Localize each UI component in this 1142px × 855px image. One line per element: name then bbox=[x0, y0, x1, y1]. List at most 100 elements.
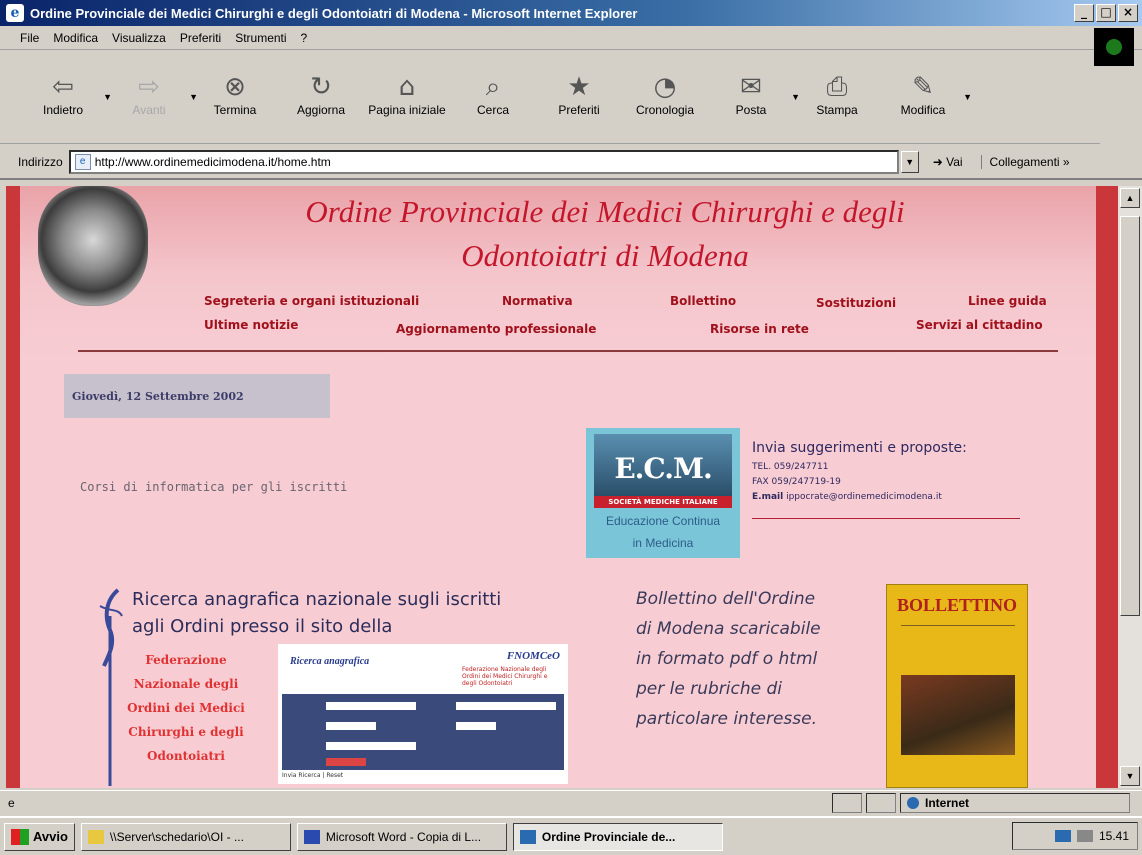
home-icon: ⌂ bbox=[398, 72, 416, 102]
ricerca-line1: Ricerca anagrafica nazionale sugli iscri… bbox=[132, 589, 502, 610]
taskbar-task[interactable]: Ordine Provinciale de... bbox=[512, 822, 723, 851]
taskbar-task[interactable]: Microsoft Word - Copia di L... bbox=[296, 822, 507, 851]
ecm-banner[interactable]: E.C.M. SOCIETÀ MEDICHE ITALIANE Educazio… bbox=[586, 428, 740, 558]
zone-label: Internet bbox=[925, 796, 970, 810]
stop-icon: ⊗ bbox=[224, 72, 246, 102]
cover-lines bbox=[901, 625, 1015, 665]
site-title-line2: Odontoiatri di Modena bbox=[461, 238, 749, 273]
print-icon: ⎙ bbox=[826, 72, 848, 102]
fnomceo-title: Ricerca anagrafica bbox=[290, 656, 370, 667]
toolbar-button-posta[interactable]: ✉ Posta ▼ bbox=[708, 70, 800, 117]
web-page: Ordine Provinciale dei Medici Chirurghi … bbox=[20, 186, 1096, 788]
contact-email-row: E.mail ippocrate@ordinemedicimodena.it bbox=[752, 492, 1020, 502]
title-bar[interactable]: e Ordine Provinciale dei Medici Chirurgh… bbox=[0, 0, 1142, 26]
menu-view[interactable]: Visualizza bbox=[112, 31, 166, 45]
network-icon[interactable] bbox=[1054, 830, 1071, 842]
go-button[interactable]: ➜ Vai bbox=[933, 155, 963, 169]
ie-icon bbox=[519, 829, 536, 844]
contact-divider bbox=[752, 518, 1020, 519]
toolbar-button-pagina-iniziale[interactable]: ⌂ Pagina iniziale bbox=[364, 70, 450, 117]
scroll-up-button[interactable]: ▲ bbox=[1120, 188, 1140, 208]
toolbar-label: Stampa bbox=[816, 103, 858, 117]
scroll-thumb[interactable] bbox=[1120, 216, 1140, 616]
toolbar-button-termina[interactable]: ⊗ Termina bbox=[192, 70, 278, 117]
federazione-line: Odontoiatri bbox=[147, 749, 225, 763]
toolbar-label: Aggiorna bbox=[296, 103, 346, 117]
federazione-line: Federazione bbox=[145, 653, 227, 667]
toolbar-button-modifica[interactable]: ✎ Modifica ▼ bbox=[880, 70, 972, 117]
toolbar-button-avanti[interactable]: ⇨ Avanti ▼ bbox=[106, 70, 198, 117]
toolbar-button-aggiorna[interactable]: ↻ Aggiorna bbox=[278, 70, 364, 117]
site-title-line1: Ordine Provinciale dei Medici Chirurghi … bbox=[305, 194, 905, 229]
ricerca-line2: agli Ordini presso il sito della bbox=[132, 616, 393, 637]
federazione-link[interactable]: Federazione Nazionale degli Ordini dei M… bbox=[96, 648, 276, 768]
nav-normativa[interactable]: Normativa bbox=[502, 294, 573, 308]
back-arrow-icon: ⇦ bbox=[52, 72, 74, 102]
start-button[interactable]: Avvio bbox=[4, 822, 75, 851]
clock[interactable]: 15.41 bbox=[1099, 829, 1129, 843]
ricerca-text[interactable]: Ricerca anagrafica nazionale sugli iscri… bbox=[132, 586, 572, 640]
toolbar-label: Posta bbox=[735, 103, 767, 117]
menu-edit[interactable]: Modifica bbox=[53, 31, 98, 45]
date-box: Giovedì, 12 Settembre 2002 bbox=[64, 374, 330, 418]
volume-icon[interactable] bbox=[1076, 830, 1093, 842]
toolbar-button-preferiti[interactable]: ★ Preferiti bbox=[536, 70, 622, 117]
mail-icon: ✉ bbox=[740, 72, 762, 102]
page-icon: e bbox=[74, 154, 91, 170]
contact-fax: FAX 059/247719-19 bbox=[752, 477, 841, 487]
fnomceo-logo: FNOMCeO bbox=[506, 650, 560, 662]
menu-favorites[interactable]: Preferiti bbox=[180, 31, 221, 45]
bollettino-text[interactable]: Bollettino dell'Ordine di Modena scarica… bbox=[636, 584, 876, 734]
address-input[interactable]: e http://www.ordinemedicimodena.it/home.… bbox=[68, 150, 899, 174]
close-button[interactable]: × bbox=[1118, 4, 1138, 22]
menu-bar: File Modifica Visualizza Preferiti Strum… bbox=[0, 26, 1142, 50]
toolbar-button-cerca[interactable]: ⌕ Cerca bbox=[450, 70, 536, 117]
refresh-icon: ↻ bbox=[310, 72, 332, 102]
nav-sostituzioni[interactable]: Sostituzioni bbox=[816, 296, 896, 310]
nav-aggiornamento[interactable]: Aggiornamento professionale bbox=[396, 322, 596, 336]
menu-help[interactable]: ? bbox=[301, 31, 308, 45]
dropdown-arrow-icon[interactable]: ▼ bbox=[963, 92, 972, 102]
windows-logo-icon bbox=[11, 828, 29, 845]
contact-heading[interactable]: Invia suggerimenti e proposte: bbox=[752, 440, 1020, 456]
toolbar-label: Pagina iniziale bbox=[368, 103, 446, 117]
toolbar-button-stampa[interactable]: ⎙ Stampa bbox=[794, 70, 880, 117]
history-icon: ◔ bbox=[653, 72, 677, 102]
links-button[interactable]: Collegamenti » bbox=[980, 155, 1070, 169]
toolbar-label: Indietro bbox=[42, 103, 84, 117]
nav-ultime-notizie[interactable]: Ultime notizie bbox=[204, 318, 298, 332]
address-bar: Indirizzo e http://www.ordinemedicimoden… bbox=[0, 146, 1142, 180]
globe-icon bbox=[907, 797, 919, 809]
minimize-button[interactable]: _ bbox=[1074, 4, 1094, 22]
vertical-scrollbar[interactable]: ▲ ▼ bbox=[1118, 186, 1142, 788]
corsi-link[interactable]: Corsi di informatica per gli iscritti bbox=[80, 480, 347, 494]
maximize-button[interactable]: □ bbox=[1096, 4, 1116, 22]
menu-tools[interactable]: Strumenti bbox=[235, 31, 286, 45]
toolbar-label: Cronologia bbox=[635, 103, 695, 117]
nav-linee-guida[interactable]: Linee guida bbox=[968, 294, 1047, 308]
nav-servizi-cittadino[interactable]: Servizi al cittadino bbox=[916, 318, 1043, 332]
folder-icon bbox=[87, 829, 104, 844]
toolbar-button-indietro[interactable]: ⇦ Indietro ▼ bbox=[20, 70, 112, 117]
fnomceo-search-screenshot[interactable]: Ricerca anagrafica FNOMCeO Federazione N… bbox=[278, 644, 568, 784]
system-tray: 15.41 bbox=[1012, 822, 1138, 850]
toolbar-button-cronologia[interactable]: ◔ Cronologia bbox=[622, 70, 708, 117]
nav-risorse-in-rete[interactable]: Risorse in rete bbox=[710, 322, 809, 336]
nav-segreteria[interactable]: Segreteria e organi istituzionali bbox=[204, 294, 419, 308]
security-zone: Internet bbox=[900, 793, 1130, 813]
site-title: Ordine Provinciale dei Medici Chirurghi … bbox=[190, 190, 1020, 278]
email-link[interactable]: ippocrate@ordinemedicimodena.it bbox=[786, 492, 942, 502]
bollettino-cover-image[interactable]: BOLLETTINO bbox=[886, 584, 1028, 788]
federazione-line: Chirurghi e degli bbox=[128, 725, 244, 739]
menu-file[interactable]: File bbox=[20, 31, 39, 45]
word-icon bbox=[303, 829, 320, 844]
task-label: Microsoft Word - Copia di L... bbox=[325, 829, 482, 844]
nav-bollettino[interactable]: Bollettino bbox=[670, 294, 736, 308]
ecm-caption: Educazione Continua in Medicina bbox=[586, 510, 740, 554]
ecm-logo-text: E.C.M. bbox=[614, 452, 712, 485]
scroll-down-button[interactable]: ▼ bbox=[1120, 766, 1140, 786]
taskbar-task[interactable]: \\Server\schedario\OI - ... bbox=[80, 822, 291, 851]
address-dropdown-button[interactable]: ▼ bbox=[900, 151, 919, 173]
ecm-caption-line2: in Medicina bbox=[632, 536, 694, 550]
toolbar-label: Termina bbox=[213, 103, 257, 117]
